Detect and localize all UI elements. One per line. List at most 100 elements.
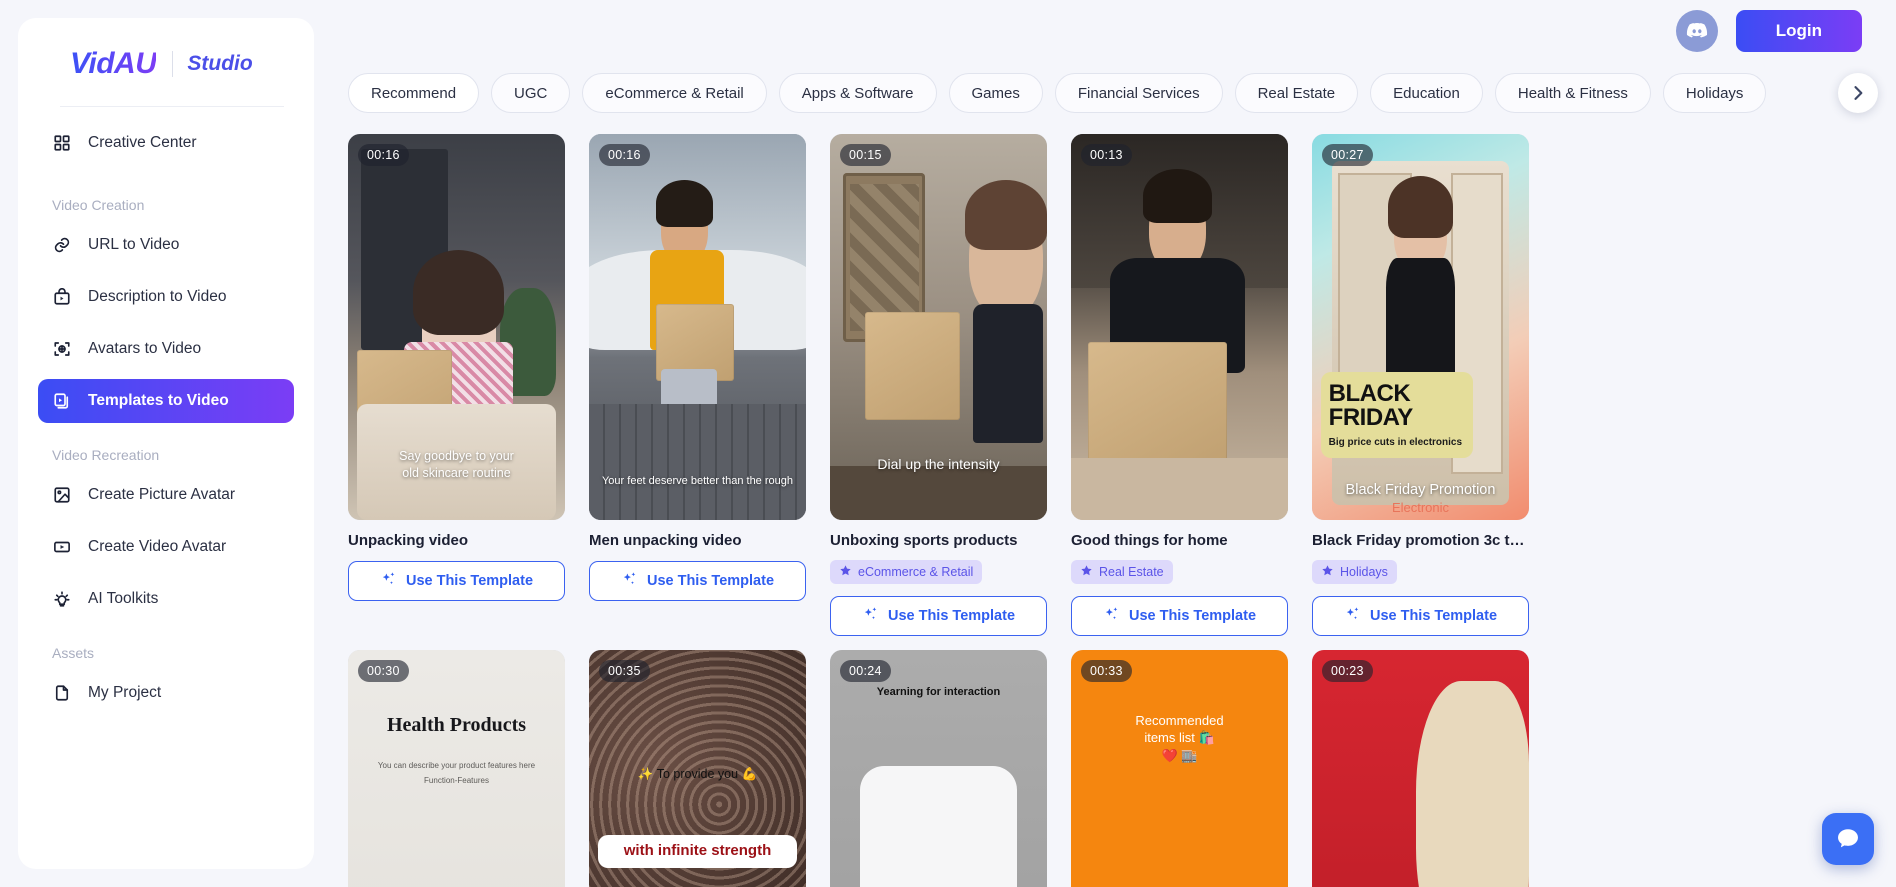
category-tab-label: Apps & Software [801, 84, 914, 102]
template-thumbnail[interactable]: 00:15 Dial up the intensity [830, 134, 1047, 520]
sidebar-nav: Creative Center Video Creation URL to Vi… [18, 107, 314, 715]
template-card: 00:24 Yearning for interaction [830, 650, 1047, 887]
thumbnail-caption: Your feet deserve better than the rough [601, 475, 793, 488]
template-card: 00:15 Dial up the intensity Unboxing sport… [830, 134, 1047, 636]
use-template-label: Use This Template [1369, 608, 1498, 624]
duration-badge: 00:30 [358, 660, 409, 682]
template-grid: 00:16 Say goodbye to your old skincare rou… [348, 134, 1862, 887]
category-tab-games[interactable]: Games [948, 73, 1043, 113]
category-tab-label: Health & Fitness [1517, 84, 1628, 102]
sidebar-section-video-recreation: Video Recreation [52, 447, 160, 463]
sidebar-item-ai-toolkits[interactable]: AI Toolkits [38, 577, 294, 621]
sidebar-item-create-video-avatar[interactable]: Create Video Avatar [38, 525, 294, 569]
chat-widget-button[interactable] [1822, 813, 1874, 865]
sidebar-item-label: Templates to Video [88, 392, 229, 409]
star-icon [1080, 564, 1093, 580]
use-template-label: Use This Template [1128, 608, 1257, 624]
thumbnail-caption: Say goodbye to your old skincare routine [399, 448, 514, 480]
thumbnail-caption-sub: You can describe your product features h… [377, 761, 536, 786]
category-tab-financial-services[interactable]: Financial Services [1054, 73, 1223, 113]
template-title: Unpacking video [348, 532, 469, 549]
templates-icon [52, 391, 72, 411]
duration-badge: 00:23 [1322, 660, 1373, 682]
duration-badge: 00:13 [1081, 144, 1132, 166]
login-button[interactable]: Login [1735, 10, 1862, 52]
sidebar: VidAU Studio Creative Center Video Creat… [18, 18, 314, 869]
sidebar-item-label: Creative Center [88, 134, 197, 151]
lightbulb-icon [52, 589, 72, 609]
template-thumbnail[interactable]: 00:24 Yearning for interaction [830, 650, 1047, 887]
thumbnail-caption: Dial up the intensity [877, 455, 1000, 472]
thumbnail-caption: Yearning for interaction [876, 685, 1001, 698]
category-badge-label: eCommerce & Retail [858, 565, 974, 579]
category-tab-holidays[interactable]: Holidays [1662, 73, 1767, 113]
use-template-label: Use This Template [405, 573, 534, 589]
sidebar-item-create-picture-avatar[interactable]: Create Picture Avatar [38, 473, 294, 517]
category-tab-ecommerce-retail[interactable]: eCommerce & Retail [582, 73, 767, 113]
chevron-right-icon[interactable] [1838, 73, 1878, 113]
template-grid-scroll[interactable]: 00:16 Say goodbye to your old skincare rou… [314, 124, 1896, 887]
brand-studio-label: Studio [187, 52, 253, 75]
thumbnail-caption: ✨ To provide you 💪 [637, 766, 758, 781]
sparkle-icon [1103, 606, 1120, 627]
brand-name: VidAU [70, 47, 157, 80]
sparkle-icon [380, 571, 397, 592]
discord-icon[interactable] [1675, 10, 1718, 52]
use-template-label: Use This Template [646, 573, 775, 589]
sidebar-item-creative-center[interactable]: Creative Center [38, 121, 294, 165]
category-tab-apps-software[interactable]: Apps & Software [778, 73, 937, 113]
template-card: 00:30 Health Products You can describe you… [348, 650, 565, 887]
sidebar-item-url-to-video[interactable]: URL to Video [38, 223, 294, 267]
file-icon [52, 683, 72, 703]
template-thumbnail[interactable]: 00:30 Health Products You can describe you… [348, 650, 565, 887]
category-tab-real-estate[interactable]: Real Estate [1234, 73, 1359, 113]
sidebar-item-label: My Project [88, 684, 162, 701]
category-tab-label: eCommerce & Retail [605, 84, 744, 102]
template-thumbnail[interactable]: 00:16 Say goodbye to your old skincare rou… [348, 134, 565, 520]
thumbnail-overlay-foot: Electronic [1391, 499, 1450, 515]
category-badge[interactable]: Holidays [1312, 560, 1397, 584]
use-template-button[interactable]: Use This Template [830, 596, 1047, 636]
use-template-button[interactable]: Use This Template [1071, 596, 1288, 636]
sidebar-item-label: AI Toolkits [88, 590, 159, 607]
use-template-button[interactable]: Use This Template [348, 561, 565, 601]
sidebar-section-video-creation: Video Creation [52, 197, 145, 213]
sidebar-item-label: URL to Video [88, 236, 180, 253]
template-thumbnail[interactable]: 00:35 ✨ To provide you 💪 with infinite str… [589, 650, 806, 887]
use-template-button[interactable]: Use This Template [589, 561, 806, 601]
thumbnail-caption: Recommended items list 🛍️ ❤️ 🏬 [1135, 712, 1224, 763]
sidebar-item-description-to-video[interactable]: Description to Video [38, 275, 294, 319]
category-tab-education[interactable]: Education [1370, 73, 1483, 113]
category-badge[interactable]: eCommerce & Retail [830, 560, 983, 584]
sidebar-section-assets: Assets [52, 645, 95, 661]
sidebar-item-avatars-to-video[interactable]: Avatars to Video [38, 327, 294, 371]
category-badge[interactable]: Real Estate [1071, 560, 1173, 584]
category-tab-label: Games [971, 84, 1020, 102]
template-thumbnail[interactable]: 00:23UP TO 50% OFF [1312, 650, 1529, 887]
overlay-subtitle: Big price cuts in electronics [1328, 437, 1463, 449]
use-template-label: Use This Template [887, 608, 1016, 624]
use-template-button[interactable]: Use This Template [1312, 596, 1529, 636]
brand-logo[interactable]: VidAU Studio [18, 18, 314, 84]
sidebar-item-label: Create Video Avatar [88, 538, 227, 555]
sidebar-item-my-project[interactable]: My Project [38, 671, 294, 715]
category-tabs[interactable]: Recommend UGC eCommerce & Retail Apps & Sof… [314, 62, 1896, 124]
category-tab-ugc[interactable]: UGC [491, 73, 571, 113]
duration-badge: 00:16 [358, 144, 409, 166]
duration-badge: 00:24 [840, 660, 891, 682]
category-tab-health-fitness[interactable]: Health & Fitness [1494, 73, 1651, 113]
star-icon [1321, 564, 1334, 580]
template-card: 00:33 Recommended items list 🛍️ ❤️ 🏬 [1071, 650, 1288, 887]
duration-badge: 00:16 [599, 144, 650, 166]
template-thumbnail[interactable]: 00:13 [1071, 134, 1288, 520]
duration-badge: 00:35 [599, 660, 650, 682]
template-card: 00:16 Your feet deserve better than the r… [589, 134, 806, 636]
category-tab-recommend[interactable]: Recommend [348, 73, 480, 113]
sidebar-item-templates-to-video[interactable]: Templates to Video [38, 379, 294, 423]
duration-badge: 00:33 [1081, 660, 1132, 682]
template-thumbnail[interactable]: 00:16 Your feet deserve better than the r… [589, 134, 806, 520]
template-thumbnail[interactable]: 00:27 Black Friday Promotion BLACK FRIDAY Bi… [1312, 134, 1529, 520]
video-icon [52, 537, 72, 557]
template-thumbnail[interactable]: 00:33 Recommended items list 🛍️ ❤️ 🏬 [1071, 650, 1288, 887]
star-icon [839, 564, 852, 580]
